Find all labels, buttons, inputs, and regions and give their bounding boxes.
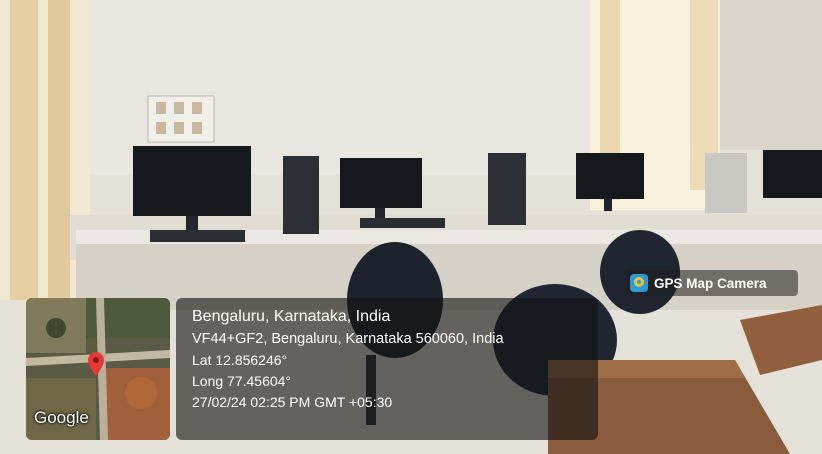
map-pin-icon xyxy=(88,352,104,376)
location-title: Bengaluru, Karnataka, India xyxy=(192,308,391,325)
location-overlay: Google Bengaluru, Karnataka, India VF44+… xyxy=(26,298,598,440)
badge-label: GPS Map Camera xyxy=(654,275,767,291)
longitude: Long 77.45604° xyxy=(192,373,292,389)
location-address: VF44+GF2, Bengaluru, Karnataka 560060, I… xyxy=(192,331,504,347)
location-details: Bengaluru, Karnataka, India VF44+GF2, Be… xyxy=(176,298,598,440)
gps-map-camera-icon xyxy=(630,274,648,292)
photo-scene: GPS Map Camera Google Bengaluru, Karnata… xyxy=(0,0,822,454)
latitude: Lat 12.856246° xyxy=(192,352,288,368)
timestamp: 27/02/24 02:25 PM GMT +05:30 xyxy=(192,394,393,410)
gps-map-camera-badge: GPS Map Camera xyxy=(626,270,798,296)
map-thumbnail: Google xyxy=(26,298,170,440)
google-logo: Google xyxy=(34,408,89,427)
